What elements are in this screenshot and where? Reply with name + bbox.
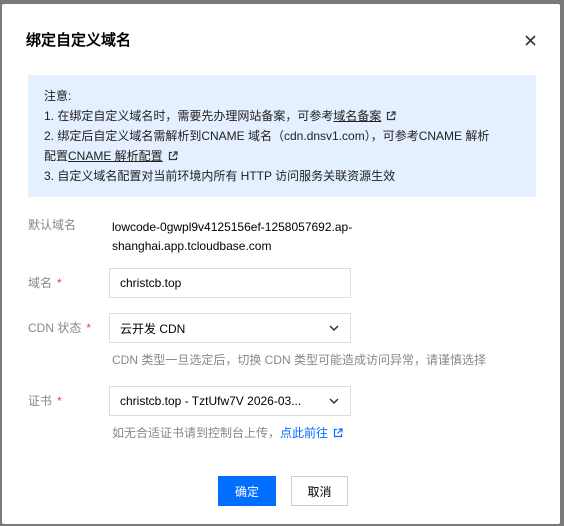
cdn-status-select[interactable]: 云开发 CDN — [109, 313, 351, 343]
required-mark: * — [86, 321, 92, 335]
upload-cert-link[interactable]: 点此前往 — [280, 426, 328, 440]
cancel-button[interactable]: 取消 — [291, 476, 348, 506]
required-mark: * — [57, 394, 62, 408]
notice-line-1-text: 1. 在绑定自定义域名时，需要先办理网站备案，可参考 — [44, 109, 334, 123]
cert-select[interactable]: christcb.top - TztUfw7V 2026-03... — [109, 386, 351, 416]
notice-box: 注意: 1. 在绑定自定义域名时，需要先办理网站备案，可参考域名备案 2. 绑定… — [28, 75, 536, 197]
cert-hint: 如无合适证书请到控制台上传，点此前往 — [112, 423, 343, 443]
cname-config-link[interactable]: CNAME 解析配置 — [68, 149, 163, 163]
default-domain-label: 默认域名 — [28, 218, 77, 232]
chevron-down-icon — [329, 398, 339, 405]
domain-input[interactable]: christcb.top — [109, 268, 351, 298]
default-domain-line-2: shanghai.app.tcloudbase.com — [112, 239, 272, 253]
dialog-title: 绑定自定义域名 — [26, 32, 132, 49]
close-icon — [524, 34, 536, 46]
external-link-icon — [387, 111, 396, 120]
cert-label-text: 证书 — [28, 394, 53, 408]
cdn-hint: CDN 类型一旦选定后，切换 CDN 类型可能造成访问异常，请谨慎选择 — [112, 353, 487, 367]
domain-filing-link[interactable]: 域名备案 — [333, 109, 381, 123]
close-button[interactable] — [520, 30, 540, 50]
cdn-status-label: CDN 状态 * — [28, 318, 91, 338]
notice-heading: 注意: — [44, 89, 72, 103]
confirm-button[interactable]: 确定 — [218, 476, 276, 506]
notice-line-1: 1. 在绑定自定义域名时，需要先办理网站备案，可参考域名备案 — [44, 106, 522, 126]
cdn-status-value: 云开发 CDN — [120, 321, 186, 336]
notice-line-2b: 配置CNAME 解析配置 — [44, 146, 522, 166]
domain-label: 域名 * — [28, 273, 62, 293]
external-link-icon — [168, 151, 178, 160]
cdn-status-label-text: CDN 状态 — [28, 321, 82, 335]
cert-value: christcb.top - TztUfw7V 2026-03... — [120, 394, 302, 408]
default-domain-line-1: lowcode-0gwpl9v4125156ef-1258057692.ap- — [112, 220, 353, 234]
notice-line-3: 3. 自定义域名配置对当前环境内所有 HTTP 访问服务关联资源生效 — [44, 169, 396, 183]
cert-label: 证书 * — [28, 391, 62, 411]
required-mark: * — [57, 276, 62, 290]
bind-domain-dialog: 绑定自定义域名 注意: 1. 在绑定自定义域名时，需要先办理网站备案，可参考域名… — [2, 4, 560, 524]
notice-line-2: 2. 绑定后自定义域名需解析到CNAME 域名（cdn.dnsv1.com），可… — [44, 129, 490, 143]
notice-line-2b-prefix: 配置 — [44, 149, 69, 163]
domain-input-value: christcb.top — [120, 276, 182, 290]
default-domain-value: lowcode-0gwpl9v4125156ef-1258057692.ap- … — [112, 218, 392, 256]
chevron-down-icon — [329, 325, 339, 332]
domain-label-text: 域名 — [28, 276, 53, 290]
external-link-icon — [333, 428, 343, 437]
cert-hint-text: 如无合适证书请到控制台上传， — [112, 426, 281, 440]
